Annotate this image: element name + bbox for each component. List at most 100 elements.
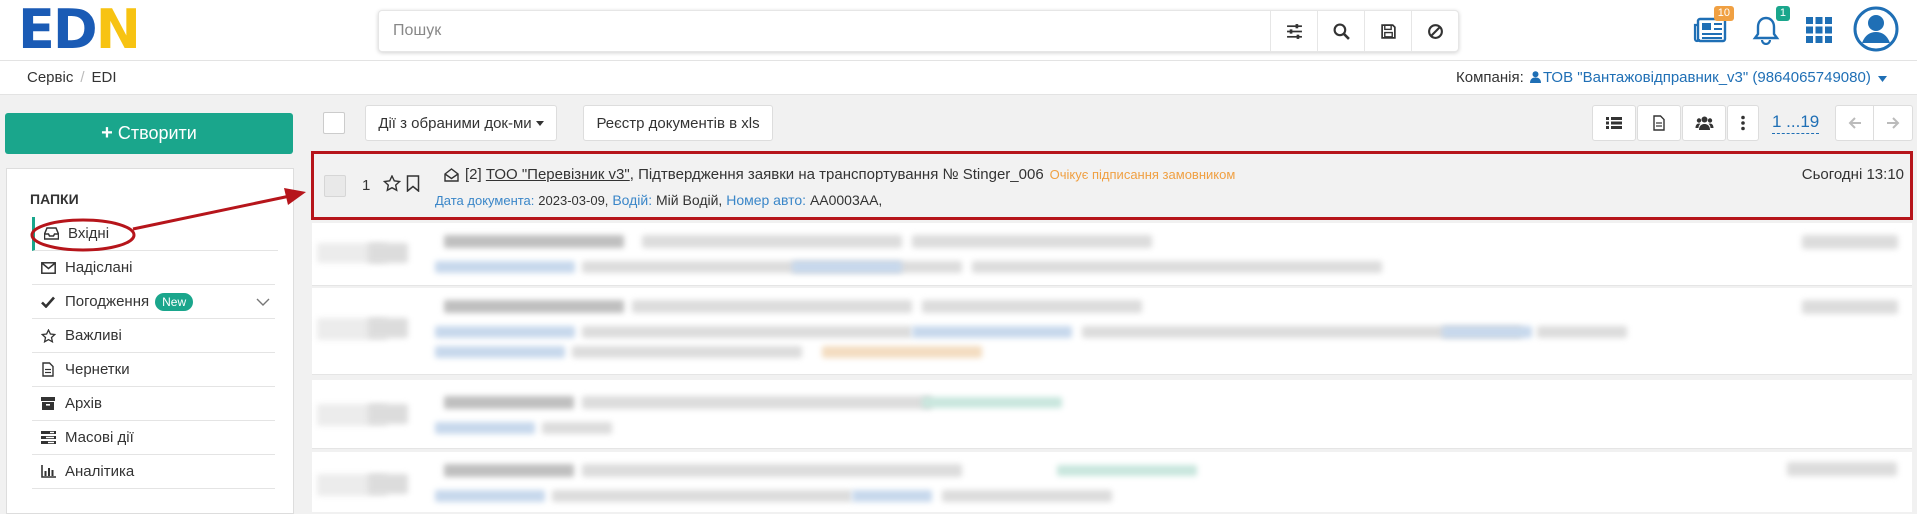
ban-icon: [1427, 23, 1443, 39]
folder-label: Надіслані: [65, 259, 133, 276]
document-row-redacted[interactable]: [312, 452, 1912, 512]
redacted-block: [582, 261, 962, 273]
inbox-icon: [43, 226, 59, 242]
folder-label: Масові дії: [65, 429, 134, 446]
document-title-line[interactable]: [2] ТОО "Перевізник v3", Підтвердження з…: [444, 166, 1235, 183]
ellipsis-vertical-icon: [1741, 115, 1745, 131]
search-button[interactable]: [1317, 11, 1364, 51]
redacted-block: [582, 396, 932, 409]
clear-search-button[interactable]: [1411, 11, 1458, 51]
folder-inbox[interactable]: Вхідні: [32, 217, 278, 251]
breadcrumb-item-service[interactable]: Сервіс: [27, 69, 73, 86]
redacted-block: [552, 490, 852, 502]
redacted-block: [1442, 326, 1532, 338]
search-input[interactable]: [379, 12, 1270, 50]
notifications-button[interactable]: 1: [1746, 6, 1790, 52]
folder-label: Чернетки: [65, 361, 130, 378]
document-view-button[interactable]: [1637, 105, 1681, 141]
company-name: ТОВ "Вантажовідправник_v3" (986406574908…: [1542, 69, 1871, 86]
redacted-block: [444, 464, 574, 477]
bookmark-icon[interactable]: [406, 175, 420, 197]
redacted-block: [572, 346, 802, 358]
redacted-block: [582, 326, 912, 338]
grid-icon: [1806, 17, 1832, 43]
document-row-redacted[interactable]: [312, 380, 1912, 449]
group-view-button[interactable]: [1682, 105, 1726, 141]
notifications-badge: 1: [1775, 6, 1790, 21]
redacted-block: [912, 326, 1072, 338]
save-search-button[interactable]: [1364, 11, 1411, 51]
driver-label: Водій:: [612, 192, 653, 208]
check-icon: [40, 294, 56, 310]
apps-menu-button[interactable]: [1799, 8, 1839, 52]
folder-label: Погодження: [65, 293, 150, 310]
star-icon[interactable]: [382, 174, 402, 197]
redacted-block: [942, 490, 1112, 502]
document-row-redacted[interactable]: [312, 223, 1912, 286]
redacted-block: [922, 300, 1142, 313]
select-all-checkbox[interactable]: [323, 112, 345, 134]
document-org-link[interactable]: ТОО "Перевізник v3": [486, 166, 630, 183]
prev-page-button[interactable]: [1835, 105, 1874, 141]
arrow-left-icon: [1848, 117, 1861, 129]
create-document-button[interactable]: + Створити: [5, 113, 293, 154]
user-avatar[interactable]: [1853, 6, 1899, 52]
search-bar: [378, 10, 1459, 52]
breadcrumb: Сервіс / EDI: [27, 69, 117, 86]
redacted-block: [1787, 462, 1897, 476]
registry-xls-button[interactable]: Реєстр документів в xls: [583, 105, 773, 141]
redacted-block: [822, 346, 982, 358]
next-page-button[interactable]: [1873, 105, 1913, 141]
redacted-block: [444, 300, 624, 313]
bulk-actions-dropdown[interactable]: Дії з обраними док-ми: [365, 105, 557, 141]
user-icon: [1529, 71, 1541, 83]
document-row-redacted[interactable]: [312, 288, 1912, 375]
row-number: 1: [362, 177, 371, 194]
redacted-block: [435, 490, 545, 502]
breadcrumb-item-edi: EDI: [91, 69, 117, 86]
company-dropdown[interactable]: ТОВ "Вантажовідправник_v3" (986406574908…: [1528, 69, 1887, 86]
folder-analytics[interactable]: Аналітика: [32, 455, 275, 489]
redacted-block: [435, 346, 565, 358]
folder-label: Важливі: [65, 327, 122, 344]
search-icon: [1333, 23, 1350, 40]
tasks-icon: [40, 430, 56, 446]
pagination-range[interactable]: 1 ...19: [1772, 112, 1820, 134]
redacted-block: [435, 261, 575, 273]
document-row[interactable]: 1 [2] ТОО "Перевізник v3", Підтвердження…: [311, 151, 1913, 220]
folder-archive[interactable]: Архів: [32, 387, 275, 421]
redacted-block: [632, 300, 912, 313]
breadcrumb-separator: /: [80, 69, 85, 86]
news-badge: 10: [1713, 6, 1734, 21]
plate-label: Номер авто:: [726, 192, 807, 208]
redacted-block: [1057, 465, 1197, 476]
filter-button[interactable]: [1270, 11, 1317, 51]
redacted-block: [582, 464, 962, 477]
folder-label: Аналітика: [65, 463, 135, 480]
document-time: Сьогодні 13:10: [1801, 166, 1904, 183]
folder-mass-actions[interactable]: Масові дії: [32, 421, 275, 455]
folders-title: ПАПКИ: [30, 191, 79, 207]
plus-icon: +: [101, 122, 113, 144]
top-header: EDN 10 1: [0, 0, 1917, 61]
edin-logo[interactable]: EDN: [18, 0, 141, 61]
folder-approvals[interactable]: Погодження New: [32, 285, 275, 319]
redacted-block: [912, 235, 1152, 248]
redacted-block: [1802, 235, 1898, 249]
folder-drafts[interactable]: Чернетки: [32, 353, 275, 387]
chevron-down-icon[interactable]: [256, 294, 270, 311]
row-checkbox[interactable]: [324, 175, 346, 197]
list-view-button[interactable]: [1592, 105, 1636, 141]
redacted-block: [444, 235, 624, 248]
file-icon: [40, 362, 56, 378]
bar-chart-icon: [40, 464, 56, 480]
user-circle-icon: [1853, 6, 1899, 52]
redacted-block: [642, 235, 902, 248]
folder-sent[interactable]: Надіслані: [32, 251, 275, 285]
list-icon: [1606, 117, 1622, 129]
more-options-button[interactable]: [1727, 105, 1759, 141]
news-button[interactable]: 10: [1690, 6, 1734, 52]
envelope-open-icon: [444, 167, 459, 182]
folder-important[interactable]: Важливі: [32, 319, 275, 353]
file-text-icon: [1653, 115, 1665, 131]
